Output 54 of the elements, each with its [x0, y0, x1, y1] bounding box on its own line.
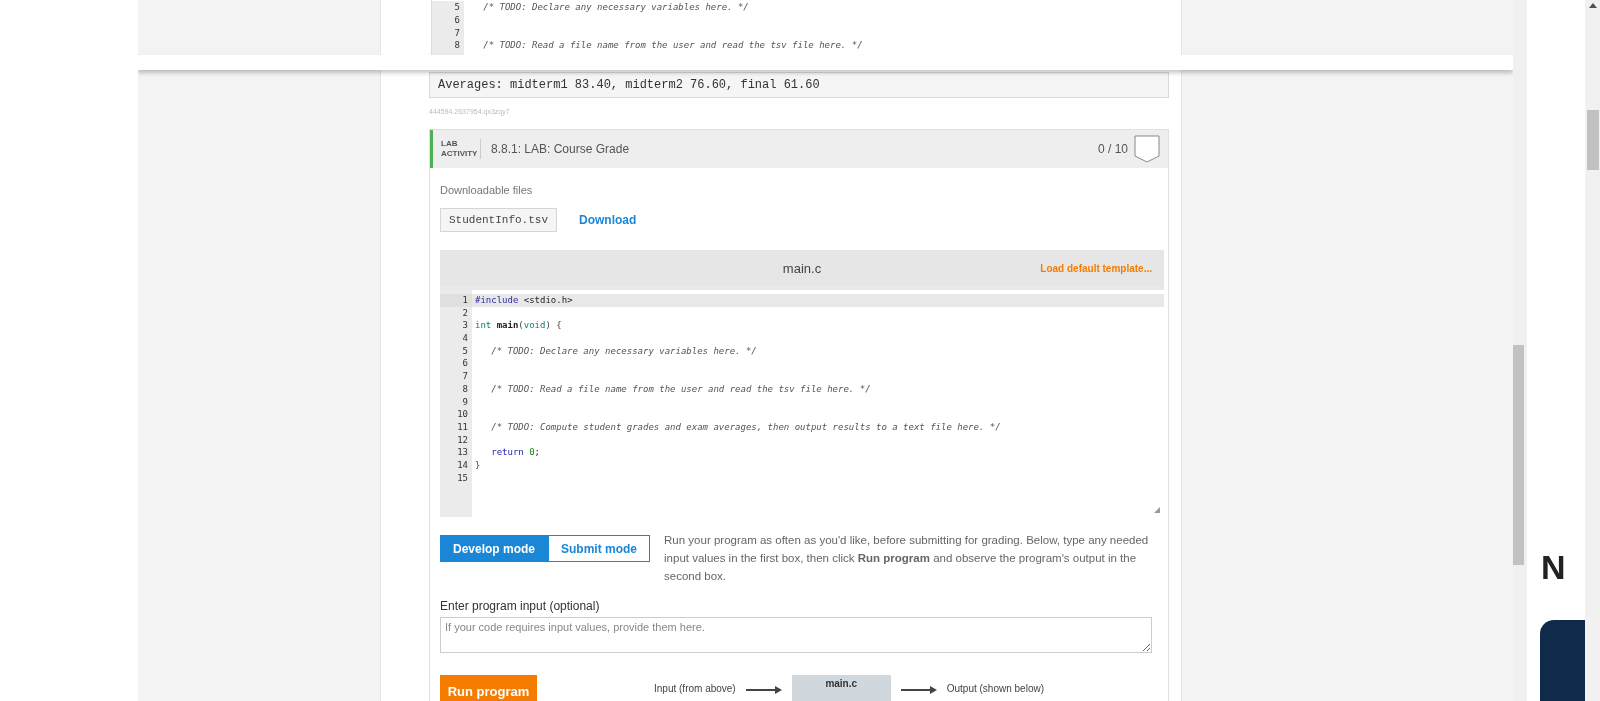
- line-number: 2: [461, 306, 469, 320]
- code-line: /* TODO: Declare any necessary variables here. */: [482, 1, 749, 14]
- line-number: 5: [453, 1, 461, 14]
- code-line: }: [474, 458, 481, 472]
- code-line: /* TODO: Compute student grades and exam averages, then output results to a text file here. */: [490, 420, 1001, 434]
- input-label: Enter program input (optional): [440, 599, 601, 613]
- line-number: 10: [456, 408, 469, 421]
- program-input-field[interactable]: If your code requires input values, provide them here.: [440, 617, 1152, 653]
- mode-tab[interactable]: Submit mode: [548, 535, 651, 562]
- score: 0 / 10: [1097, 142, 1128, 156]
- side-heading: N: [1540, 548, 1567, 587]
- line-number: 8: [453, 39, 461, 52]
- load-template-link[interactable]: Load default template...: [1040, 262, 1152, 274]
- line-number: 1: [440, 294, 472, 307]
- code-line: #include <stdio.h>: [474, 294, 573, 307]
- line-number: 11: [456, 420, 469, 434]
- line-number: 5: [461, 344, 469, 358]
- section-label: Downloadable files: [440, 184, 534, 196]
- resize-handle-icon[interactable]: [1154, 507, 1160, 513]
- scrollbar-thumb[interactable]: [1513, 345, 1524, 565]
- line-number: 7: [461, 370, 469, 383]
- run-button[interactable]: Run program: [440, 675, 537, 701]
- line-number: 9: [461, 395, 469, 409]
- code-line: return 0;: [490, 446, 541, 459]
- lab-activity-tag: LAB ACTIVITY: [441, 139, 481, 159]
- badge-icon: [1134, 135, 1160, 163]
- download-link[interactable]: Download: [579, 213, 637, 227]
- instructions: Run your program as often as you'd like, before submitting for grading. Below, type any needed input values in the first box, then click Run program and observe the program's output in the second box.: [664, 533, 1150, 584]
- scrollbar-thumb[interactable]: [1586, 110, 1599, 170]
- file-name-label: main.c: [782, 260, 822, 276]
- arrow-icon: [745, 686, 782, 694]
- line-number: 4: [461, 332, 469, 345]
- mode-tab[interactable]: Develop mode: [440, 535, 549, 562]
- line-number: 13: [456, 446, 469, 459]
- line-number: 8: [461, 382, 469, 396]
- line-number: 6: [453, 13, 461, 27]
- file-name: StudentInfo.tsv: [440, 208, 558, 232]
- line-number: 6: [461, 357, 469, 371]
- program-output: Averages: midterm1 83.40, midterm2 76.60, final 61.60: [429, 72, 1169, 98]
- line-number: 3: [461, 319, 469, 333]
- flow-label: Output (shown below): [946, 683, 1044, 694]
- line-number: 12: [456, 433, 469, 447]
- code-line: int main(void) {: [474, 319, 562, 333]
- arrow-icon: [900, 686, 937, 694]
- program-file: main.c: [791, 675, 891, 701]
- flow-label: Input (from above): [654, 683, 736, 694]
- scroll-up-icon[interactable]: [1588, 3, 1597, 8]
- line-number: 15: [456, 471, 469, 485]
- code-line: /* TODO: Read a file name from the user and read the tsv file here. */: [482, 39, 863, 52]
- line-number: 7: [453, 26, 461, 40]
- line-number: 14: [456, 458, 469, 472]
- code-line: /* TODO: Declare any necessary variables here. */: [490, 344, 757, 358]
- code-line: /* TODO: Read a file name from the user and read the tsv file here. */: [490, 382, 871, 396]
- lab-title: 8.8.1: LAB: Course Grade: [491, 142, 631, 156]
